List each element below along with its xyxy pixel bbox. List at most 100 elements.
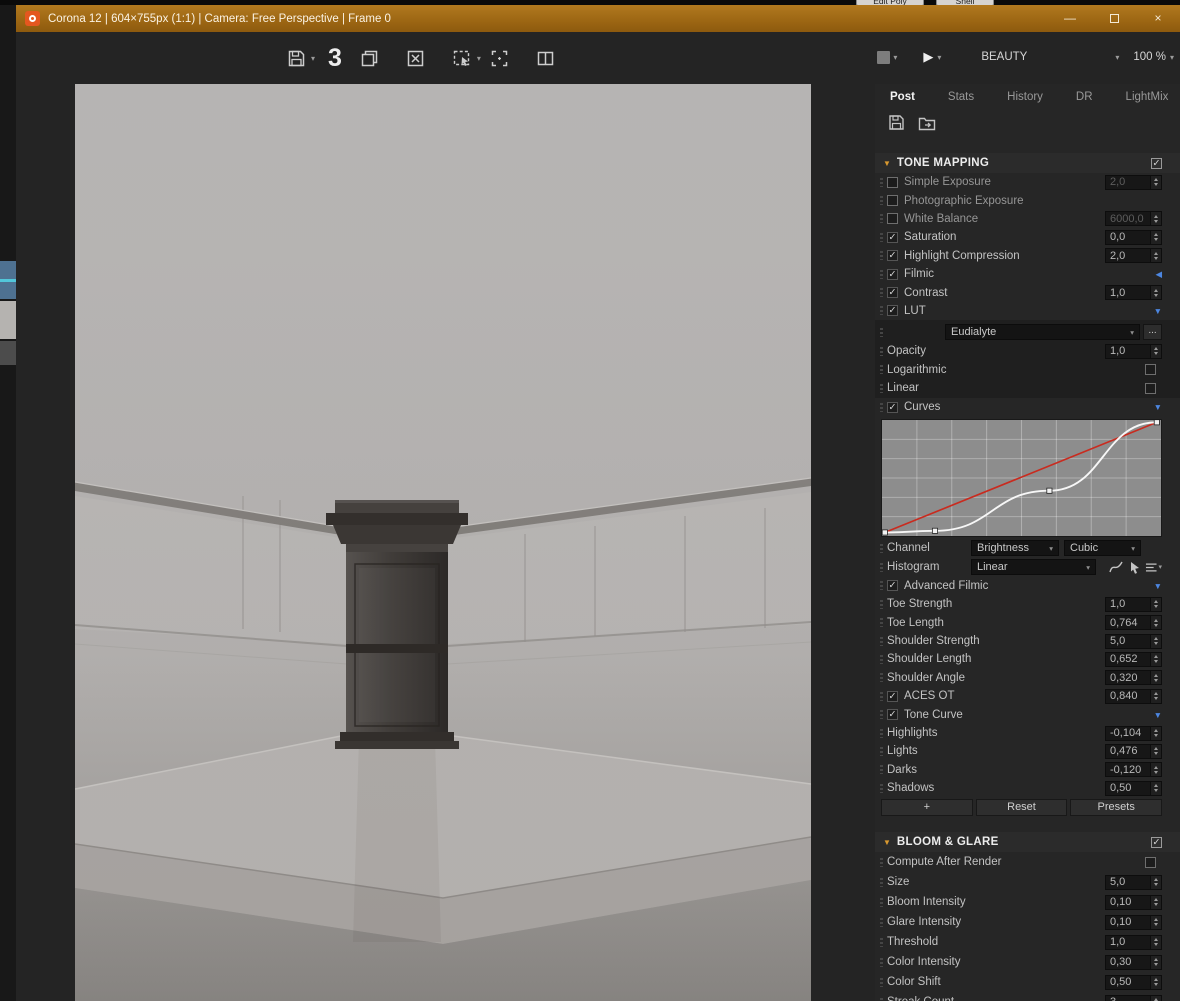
spinner-up-icon[interactable] bbox=[1154, 784, 1158, 787]
clear-image-button[interactable] bbox=[404, 43, 428, 73]
spinner-up-icon[interactable] bbox=[1154, 674, 1158, 677]
tab-lightmix[interactable]: LightMix bbox=[1126, 91, 1169, 103]
value-field[interactable]: -0,120 bbox=[1105, 762, 1151, 777]
save-dropdown-caret-icon[interactable]: ▾ bbox=[311, 54, 315, 63]
spinner-up-icon[interactable] bbox=[1154, 692, 1158, 695]
section-collapse-icon[interactable]: ▼ bbox=[1149, 710, 1162, 720]
zoom-select[interactable]: 100 % bbox=[1133, 51, 1166, 63]
load-config-button[interactable] bbox=[918, 115, 936, 136]
spinner-up-icon[interactable] bbox=[1154, 978, 1158, 981]
value-spinner[interactable] bbox=[1151, 285, 1162, 300]
value-field[interactable]: 0,840 bbox=[1105, 689, 1151, 704]
value-spinner[interactable] bbox=[1151, 230, 1162, 245]
region-dropdown-caret-icon[interactable]: ▾ bbox=[477, 54, 481, 63]
spinner-up-icon[interactable] bbox=[1154, 289, 1158, 292]
value-spinner[interactable] bbox=[1151, 895, 1162, 910]
value-spinner[interactable] bbox=[1151, 615, 1162, 630]
lut-select[interactable]: Eudialyte ▾ bbox=[945, 324, 1140, 340]
checkbox[interactable]: ✓ bbox=[887, 709, 898, 720]
checkbox[interactable]: ✓ bbox=[887, 305, 898, 316]
spinner-up-icon[interactable] bbox=[1154, 600, 1158, 603]
value-spinner[interactable] bbox=[1151, 935, 1162, 950]
spinner-up-icon[interactable] bbox=[1154, 252, 1158, 255]
pointer-tool-button[interactable] bbox=[1126, 559, 1143, 575]
spinner-up-icon[interactable] bbox=[1154, 655, 1158, 658]
tone-mapping-enable-checkbox[interactable]: ✓ bbox=[1151, 158, 1162, 169]
value-spinner[interactable] bbox=[1151, 344, 1162, 359]
value-field[interactable]: 0,320 bbox=[1105, 670, 1151, 685]
value-spinner[interactable] bbox=[1151, 670, 1162, 685]
checkbox[interactable] bbox=[1145, 383, 1156, 394]
section-collapse-icon[interactable]: ▼ bbox=[1149, 581, 1162, 591]
minimize-button[interactable]: — bbox=[1048, 5, 1092, 32]
render-dropdown-caret-icon[interactable]: ▾ bbox=[937, 53, 941, 62]
spinner-down-icon[interactable] bbox=[1154, 660, 1158, 663]
value-field[interactable]: 0,652 bbox=[1105, 652, 1151, 667]
value-spinner[interactable] bbox=[1151, 726, 1162, 741]
checkbox[interactable]: ✓ bbox=[887, 691, 898, 702]
curve-tool-button[interactable] bbox=[1107, 559, 1124, 575]
checkbox[interactable]: ✓ bbox=[887, 287, 898, 298]
bloom-glare-header[interactable]: ▼ BLOOM & GLARE ✓ bbox=[875, 832, 1180, 852]
spinner-down-icon[interactable] bbox=[1154, 883, 1158, 886]
spinner-down-icon[interactable] bbox=[1154, 605, 1158, 608]
spinner-down-icon[interactable] bbox=[1154, 923, 1158, 926]
value-field[interactable]: 0,50 bbox=[1105, 781, 1151, 796]
checkbox[interactable] bbox=[887, 177, 898, 188]
value-spinner[interactable] bbox=[1151, 175, 1162, 190]
tab-history[interactable]: History bbox=[1007, 91, 1043, 103]
spinner-down-icon[interactable] bbox=[1154, 679, 1158, 682]
value-field[interactable]: 5,0 bbox=[1105, 634, 1151, 649]
duplicate-to-history-button[interactable] bbox=[358, 43, 382, 73]
add-point-button[interactable]: + bbox=[881, 799, 973, 816]
spinner-up-icon[interactable] bbox=[1154, 233, 1158, 236]
spinner-up-icon[interactable] bbox=[1154, 729, 1158, 732]
histogram-select[interactable]: Linear ▾ bbox=[971, 559, 1096, 575]
value-spinner[interactable] bbox=[1151, 689, 1162, 704]
checkbox[interactable] bbox=[887, 195, 898, 206]
spinner-down-icon[interactable] bbox=[1154, 257, 1158, 260]
checkbox[interactable] bbox=[1145, 364, 1156, 375]
spinner-up-icon[interactable] bbox=[1154, 637, 1158, 640]
spinner-down-icon[interactable] bbox=[1154, 697, 1158, 700]
value-field[interactable]: 0,476 bbox=[1105, 744, 1151, 759]
spinner-down-icon[interactable] bbox=[1154, 352, 1158, 355]
spinner-up-icon[interactable] bbox=[1154, 347, 1158, 350]
tab-stats[interactable]: Stats bbox=[948, 91, 974, 103]
curve-handle[interactable] bbox=[882, 530, 887, 535]
value-field[interactable]: 0,10 bbox=[1105, 895, 1151, 910]
spinner-up-icon[interactable] bbox=[1154, 878, 1158, 881]
save-config-button[interactable] bbox=[888, 114, 905, 136]
checkbox[interactable]: ✓ bbox=[887, 232, 898, 243]
curve-menu-button[interactable]: ▾ bbox=[1145, 559, 1162, 575]
spinner-up-icon[interactable] bbox=[1154, 747, 1158, 750]
reset-button[interactable]: Reset bbox=[976, 799, 1068, 816]
spinner-down-icon[interactable] bbox=[1154, 734, 1158, 737]
render-viewport[interactable] bbox=[75, 84, 811, 1001]
value-field[interactable]: 3 bbox=[1105, 995, 1151, 1001]
spinner-up-icon[interactable] bbox=[1154, 215, 1158, 218]
fit-region-button[interactable] bbox=[488, 43, 512, 73]
value-spinner[interactable] bbox=[1151, 995, 1162, 1001]
curve-handle[interactable] bbox=[1154, 420, 1159, 425]
spinner-up-icon[interactable] bbox=[1154, 918, 1158, 921]
curve-editor[interactable] bbox=[881, 419, 1162, 537]
checkbox[interactable] bbox=[887, 213, 898, 224]
spinner-down-icon[interactable] bbox=[1154, 752, 1158, 755]
checkbox[interactable]: ✓ bbox=[887, 250, 898, 261]
start-render-button[interactable]: ▶ bbox=[923, 49, 933, 65]
spinner-down-icon[interactable] bbox=[1154, 983, 1158, 986]
lut-browse-button[interactable]: ... bbox=[1143, 324, 1162, 340]
value-spinner[interactable] bbox=[1151, 975, 1162, 990]
value-spinner[interactable] bbox=[1151, 248, 1162, 263]
checkbox[interactable]: ✓ bbox=[887, 580, 898, 591]
section-collapse-icon[interactable]: ▼ bbox=[1149, 306, 1162, 316]
value-spinner[interactable] bbox=[1151, 652, 1162, 667]
tone-mapping-header[interactable]: ▼ TONE MAPPING ✓ bbox=[875, 153, 1180, 173]
checkbox[interactable]: ✓ bbox=[887, 402, 898, 413]
spinner-down-icon[interactable] bbox=[1154, 963, 1158, 966]
section-collapse-icon[interactable]: ▼ bbox=[1149, 402, 1162, 412]
spinner-down-icon[interactable] bbox=[1154, 771, 1158, 774]
spinner-down-icon[interactable] bbox=[1154, 789, 1158, 792]
stop-render-button[interactable] bbox=[877, 51, 890, 64]
